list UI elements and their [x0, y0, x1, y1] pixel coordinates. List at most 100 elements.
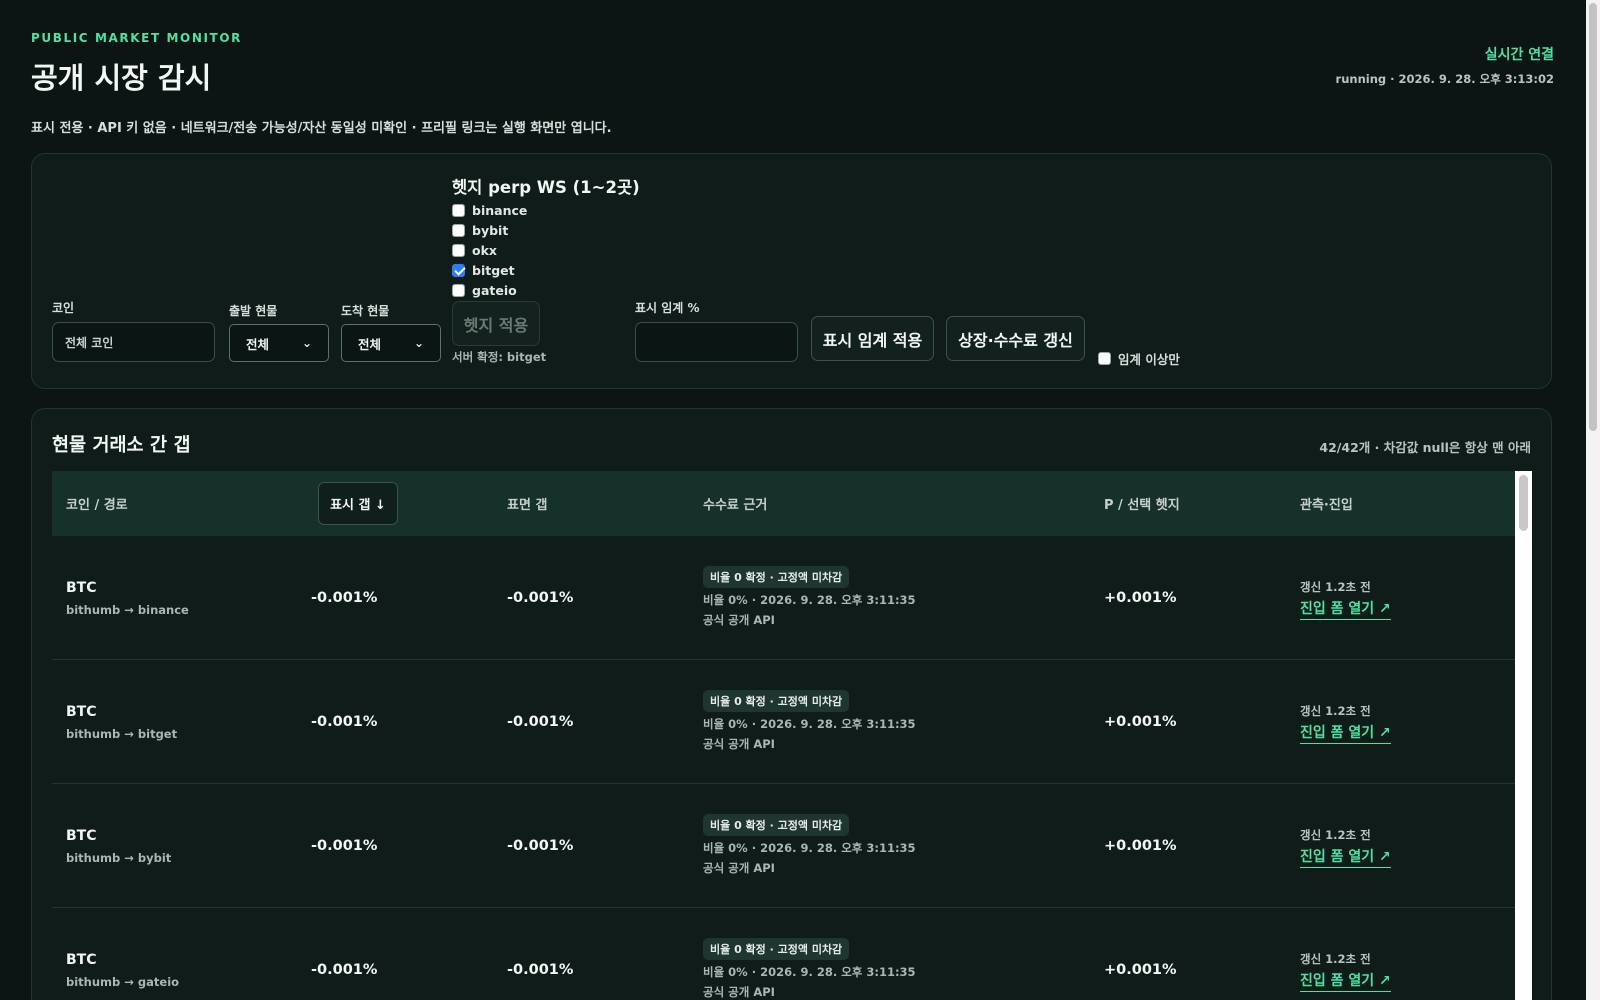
row-route: bithumb → binance: [66, 603, 189, 617]
table-row: BTC bithumb → bitget -0.001% -0.001% 비율 …: [52, 660, 1515, 784]
hedge-option-binance[interactable]: binance: [452, 200, 527, 220]
hedge-server-hint: 서버 확정: bitget: [452, 350, 547, 364]
table-title: 현물 거래소 간 갭: [52, 435, 191, 456]
fee-source: 공식 공개 API: [703, 861, 775, 875]
eyebrow: PUBLIC MARKET MONITOR: [31, 31, 242, 45]
fee-source: 공식 공개 API: [703, 613, 775, 627]
row-fresh: 갱신 1.2초 전: [1300, 828, 1371, 842]
from-label: 출발 현물: [229, 304, 278, 318]
threshold-input[interactable]: [635, 322, 798, 362]
col-coin-route: 코인 / 경로: [66, 498, 128, 513]
row-fresh: 갱신 1.2초 전: [1300, 580, 1371, 594]
gap-table-panel: 현물 거래소 간 갭 42/42개 · 차감값 null은 항상 맨 아래 코인…: [31, 408, 1552, 1000]
hedge-option-label: bybit: [472, 222, 509, 238]
checkbox[interactable]: [1098, 352, 1111, 365]
hedge-option-label: binance: [472, 202, 528, 218]
fee-source: 공식 공개 API: [703, 737, 775, 751]
row-coin: BTC: [66, 952, 97, 968]
hedge-option-bitget[interactable]: bitget: [452, 260, 527, 280]
page-subtitle: 표시 전용 · API 키 없음 · 네트워크/전송 가능성/자산 동일성 미확…: [31, 121, 612, 136]
refresh-listing-fee-button[interactable]: 상장·수수료 갱신: [946, 316, 1085, 361]
fee-source: 공식 공개 API: [703, 985, 775, 999]
row-surface-gap: -0.001%: [507, 590, 574, 606]
checkbox[interactable]: [452, 223, 465, 237]
table-count: 42/42개 · 차감값 null은 항상 맨 아래: [1319, 440, 1531, 455]
fee-detail: 비율 0% · 2026. 9. 28. 오후 3:11:35: [703, 717, 916, 731]
table-scrollbar[interactable]: [1515, 471, 1532, 1000]
chevron-down-icon: ⌄: [413, 336, 424, 350]
fee-badge: 비율 0 확정 · 고정액 미차감: [703, 566, 850, 588]
window-scrollbar-thumb[interactable]: [1589, 3, 1597, 431]
status-title: 실시간 연결: [1484, 47, 1554, 63]
col-fee-basis: 수수료 근거: [703, 498, 768, 513]
row-hedge: +0.001%: [1104, 714, 1177, 730]
fee-badge: 비율 0 확정 · 고정액 미차감: [703, 938, 850, 960]
table-row: BTC bithumb → bybit -0.001% -0.001% 비율 0…: [52, 784, 1515, 908]
hedge-apply-button[interactable]: 헷지 적용: [452, 301, 540, 346]
status-time: running · 2026. 9. 28. 오후 3:13:02: [1335, 72, 1554, 86]
page-title: 공개 시장 감시: [31, 61, 212, 95]
row-display-gap: -0.001%: [311, 962, 378, 978]
row-coin: BTC: [66, 704, 97, 720]
threshold-apply-button[interactable]: 표시 임계 적용: [811, 316, 934, 361]
entry-form-link[interactable]: 진입 폼 열기 ↗: [1300, 722, 1391, 744]
only-above-toggle[interactable]: 임계 이상만: [1098, 349, 1180, 368]
col-surface-gap: 표면 갭: [507, 498, 548, 513]
entry-form-link[interactable]: 진입 폼 열기 ↗: [1300, 598, 1391, 620]
row-hedge: +0.001%: [1104, 838, 1177, 854]
fee-badge: 비율 0 확정 · 고정액 미차감: [703, 814, 850, 836]
table-header: 코인 / 경로 표시 갭 ↓ 표면 갭 수수료 근거 P / 선택 헷지 관측·…: [52, 471, 1515, 536]
from-select-value: 전체: [246, 336, 270, 352]
row-coin: BTC: [66, 580, 97, 596]
row-display-gap: -0.001%: [311, 714, 378, 730]
checkbox[interactable]: [452, 243, 465, 257]
fee-badge: 비율 0 확정 · 고정액 미차감: [703, 690, 850, 712]
to-select-value: 전체: [358, 336, 382, 352]
table-row: BTC bithumb → binance -0.001% -0.001% 비율…: [52, 536, 1515, 660]
entry-form-link[interactable]: 진입 폼 열기 ↗: [1300, 970, 1391, 992]
to-select[interactable]: 전체 ⌄: [341, 324, 441, 362]
row-display-gap: -0.001%: [311, 838, 378, 854]
chevron-down-icon: ⌄: [301, 336, 312, 350]
coin-label: 코인: [52, 301, 75, 315]
fee-detail: 비율 0% · 2026. 9. 28. 오후 3:11:35: [703, 841, 916, 855]
entry-form-link[interactable]: 진입 폼 열기 ↗: [1300, 846, 1391, 868]
row-fresh: 갱신 1.2초 전: [1300, 704, 1371, 718]
table-row: BTC bithumb → gateio -0.001% -0.001% 비율 …: [52, 908, 1515, 1000]
from-select[interactable]: 전체 ⌄: [229, 324, 329, 362]
col-hedge: P / 선택 헷지: [1104, 498, 1180, 513]
to-label: 도착 현물: [341, 304, 390, 318]
row-surface-gap: -0.001%: [507, 714, 574, 730]
hedge-option-okx[interactable]: okx: [452, 240, 527, 260]
hedge-option-label: bitget: [472, 262, 515, 278]
checkbox[interactable]: [452, 283, 465, 297]
table-scrollbar-thumb[interactable]: [1519, 475, 1528, 531]
header: PUBLIC MARKET MONITOR 공개 시장 감시 표시 전용 · A…: [31, 0, 1554, 150]
hedge-option-gateio[interactable]: gateio: [452, 280, 527, 300]
col-observe-entry: 관측·진입: [1300, 498, 1353, 513]
only-above-label: 임계 이상만: [1118, 352, 1180, 367]
checkbox[interactable]: [452, 203, 465, 217]
row-fresh: 갱신 1.2초 전: [1300, 952, 1371, 966]
controls-panel: 코인 전체 코인 출발 현물 전체 ⌄ 도착 현물 전체 ⌄ 헷지 perp W…: [31, 153, 1552, 389]
row-display-gap: -0.001%: [311, 590, 378, 606]
window-scrollbar[interactable]: [1586, 0, 1600, 1000]
row-hedge: +0.001%: [1104, 962, 1177, 978]
coin-input[interactable]: 전체 코인: [52, 322, 215, 362]
hedge-option-bybit[interactable]: bybit: [452, 220, 527, 240]
hedge-option-label: okx: [472, 242, 497, 258]
checkbox-checked[interactable]: [452, 263, 465, 277]
fee-detail: 비율 0% · 2026. 9. 28. 오후 3:11:35: [703, 593, 916, 607]
hedge-checkbox-list: binance bybit okx bitget gateio: [452, 200, 527, 300]
row-route: bithumb → bybit: [66, 851, 172, 865]
sort-display-gap-button[interactable]: 표시 갭 ↓: [318, 482, 398, 525]
hedge-option-label: gateio: [472, 282, 517, 298]
fee-detail: 비율 0% · 2026. 9. 28. 오후 3:11:35: [703, 965, 916, 979]
row-surface-gap: -0.001%: [507, 838, 574, 854]
threshold-label: 표시 임계 %: [635, 301, 700, 315]
row-route: bithumb → bitget: [66, 727, 178, 741]
row-route: bithumb → gateio: [66, 975, 180, 989]
row-hedge: +0.001%: [1104, 590, 1177, 606]
table-scroll-area[interactable]: 코인 / 경로 표시 갭 ↓ 표면 갭 수수료 근거 P / 선택 헷지 관측·…: [52, 471, 1532, 1000]
connection-status: 실시간 연결 running · 2026. 9. 28. 오후 3:13:02: [1336, 44, 1554, 87]
